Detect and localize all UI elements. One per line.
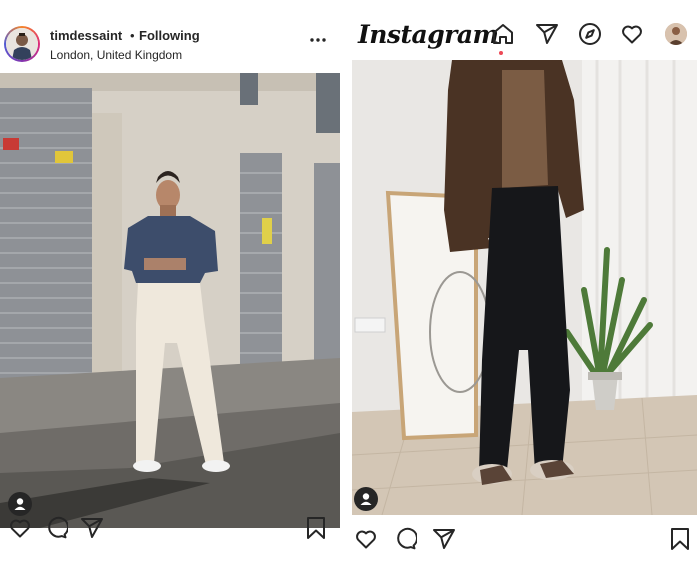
right-feed: Instagram [352, 8, 697, 558]
post-photo[interactable] [352, 60, 697, 515]
story-avatar-ring[interactable] [4, 26, 40, 62]
profile-avatar[interactable] [665, 23, 687, 45]
comment-icon[interactable] [44, 516, 68, 540]
location-link[interactable]: London, United Kingdom [50, 48, 182, 62]
heart-icon[interactable] [620, 22, 644, 46]
more-options-icon[interactable] [309, 34, 327, 46]
paper-plane-icon[interactable] [535, 22, 559, 46]
separator-dot: • [130, 28, 135, 43]
paper-plane-icon[interactable] [80, 516, 104, 540]
notification-dot [499, 51, 503, 55]
street-scene-image [0, 73, 340, 528]
following-button[interactable]: Following [139, 28, 200, 43]
username-link[interactable]: timdessaint [50, 28, 122, 43]
person-icon [360, 493, 372, 505]
post-photo[interactable] [0, 73, 340, 528]
compass-icon[interactable] [578, 22, 602, 46]
heart-icon[interactable] [354, 527, 378, 551]
action-bar [0, 510, 340, 550]
top-nav: Instagram [352, 8, 697, 60]
avatar[interactable] [6, 28, 38, 60]
bookmark-icon[interactable] [305, 516, 327, 540]
post-header: timdessaint • Following London, United K… [0, 20, 340, 72]
comment-icon[interactable] [393, 527, 417, 551]
bookmark-icon[interactable] [669, 527, 691, 551]
home-icon[interactable] [491, 22, 515, 46]
instagram-logo[interactable]: Instagram [358, 20, 499, 49]
heart-icon[interactable] [8, 516, 32, 540]
interior-scene-image [352, 60, 697, 515]
action-bar [352, 521, 697, 558]
user-tag-button[interactable] [354, 487, 378, 511]
left-post: timdessaint • Following London, United K… [0, 20, 340, 550]
paper-plane-icon[interactable] [432, 527, 456, 551]
